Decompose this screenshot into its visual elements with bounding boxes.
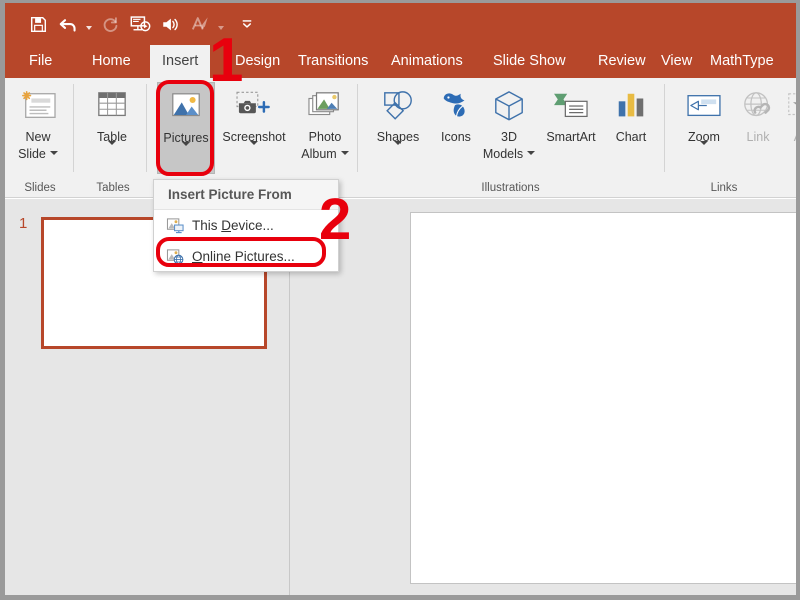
shapes-dropdown-icon[interactable] [394,141,402,162]
tab-file[interactable]: File [17,45,64,78]
group-divider [357,84,358,172]
photo-album-dropdown-icon[interactable] [340,150,349,155]
3d-models-dropdown-icon[interactable] [527,150,536,155]
ribbon-tabs: File Home Insert Design Transitions Anim… [5,45,796,78]
table-dropdown-icon[interactable] [108,141,116,162]
insert-picture-menu-header: Insert Picture From [154,180,338,210]
shapes-icon [379,85,417,127]
icons-label: Icons [441,130,471,144]
new-slide-label-2: Slide [18,147,46,161]
bar-chart-icon [614,85,648,127]
smartart-icon [551,85,591,127]
link-button[interactable]: Link [732,82,784,174]
action-label: Ac [794,130,796,144]
title-bar [5,3,796,45]
tab-review[interactable]: Review [586,45,658,78]
link-label: Link [746,130,770,144]
screenshot-dropdown-icon[interactable] [250,141,258,162]
globe-link-icon [740,85,776,127]
slide-number: 1 [19,215,28,232]
tab-insert[interactable]: Insert [150,45,211,78]
slide-edit-pane [291,199,796,595]
window-frame: File Home Insert Design Transitions Anim… [0,0,800,600]
redo-arrow-icon [95,11,125,37]
zoom-dropdown-icon[interactable] [700,141,708,162]
screenshot-button[interactable]: Screenshot [217,82,291,174]
table-icon [95,85,129,127]
tab-view[interactable]: View [649,45,704,78]
presentation-play-icon[interactable] [125,11,155,37]
3d-models-label-2: Models [482,147,524,161]
ribbon: New Slide Slides Table Tables Pictures S… [5,78,796,198]
tab-animations[interactable]: Animations [379,45,475,78]
online-pictures-label: Online Pictures... [192,249,295,264]
group-label-links: Links [710,182,738,194]
pictures-icon [168,86,204,128]
chart-label: Chart [615,130,647,144]
pictures-dropdown-icon[interactable] [182,142,190,163]
group-label-illustrations: Illustrations [481,182,540,194]
photo-album-icon [306,85,344,127]
tab-transitions[interactable]: Transitions [286,45,380,78]
table-button[interactable]: Table [81,82,143,174]
slide-canvas[interactable] [410,212,796,584]
group-divider [664,84,665,172]
photo-album-label-1: Photo [308,130,342,144]
tab-home[interactable]: Home [80,45,143,78]
smartart-label: SmartArt [546,130,596,144]
speaker-icon[interactable] [155,11,185,37]
save-icon[interactable] [23,11,53,37]
editor-body: 1 [5,199,796,595]
shapes-button[interactable]: Shapes [367,82,429,174]
this-device-menu-item[interactable]: This Device... [154,210,338,241]
smartart-button[interactable]: SmartArt [538,82,604,174]
this-device-label: This Device... [192,218,274,233]
pictures-button[interactable]: Pictures [157,82,215,174]
group-divider [146,84,147,172]
tab-slide-show[interactable]: Slide Show [481,45,578,78]
online-pictures-menu-item[interactable]: Online Pictures... [154,241,338,272]
undo-dropdown-icon[interactable] [83,11,95,37]
group-label-tables: Tables [96,182,130,194]
group-label-slides: Slides [24,182,56,194]
tab-mathtype[interactable]: MathType [698,45,786,78]
group-divider [73,84,74,172]
new-slide-dropdown-icon[interactable] [49,150,58,155]
3d-models-label-1: 3D [501,130,517,144]
chart-button[interactable]: Chart [603,82,659,174]
undo-arrow-icon[interactable] [53,11,83,37]
3d-models-button[interactable]: 3D Models [478,82,540,174]
new-slide-label-1: New [25,130,51,144]
new-slide-icon [18,85,58,127]
powerpoint-window: File Home Insert Design Transitions Anim… [5,3,796,595]
device-picture-icon [166,217,192,234]
insert-picture-menu: Insert Picture From This Device... Onlin… [153,179,339,272]
bird-leaf-icon [438,85,474,127]
cube-3d-icon [492,85,526,127]
zoom-button[interactable]: Zoom [673,82,735,174]
zoom-slide-icon [684,85,724,127]
photo-album-label-2: Album [301,147,337,161]
photo-album-button[interactable]: Photo Album [293,82,357,174]
new-slide-button[interactable]: New Slide [7,82,69,174]
action-star-icon [785,85,796,127]
action-button[interactable]: Ac [781,82,796,174]
online-picture-icon [166,248,192,265]
